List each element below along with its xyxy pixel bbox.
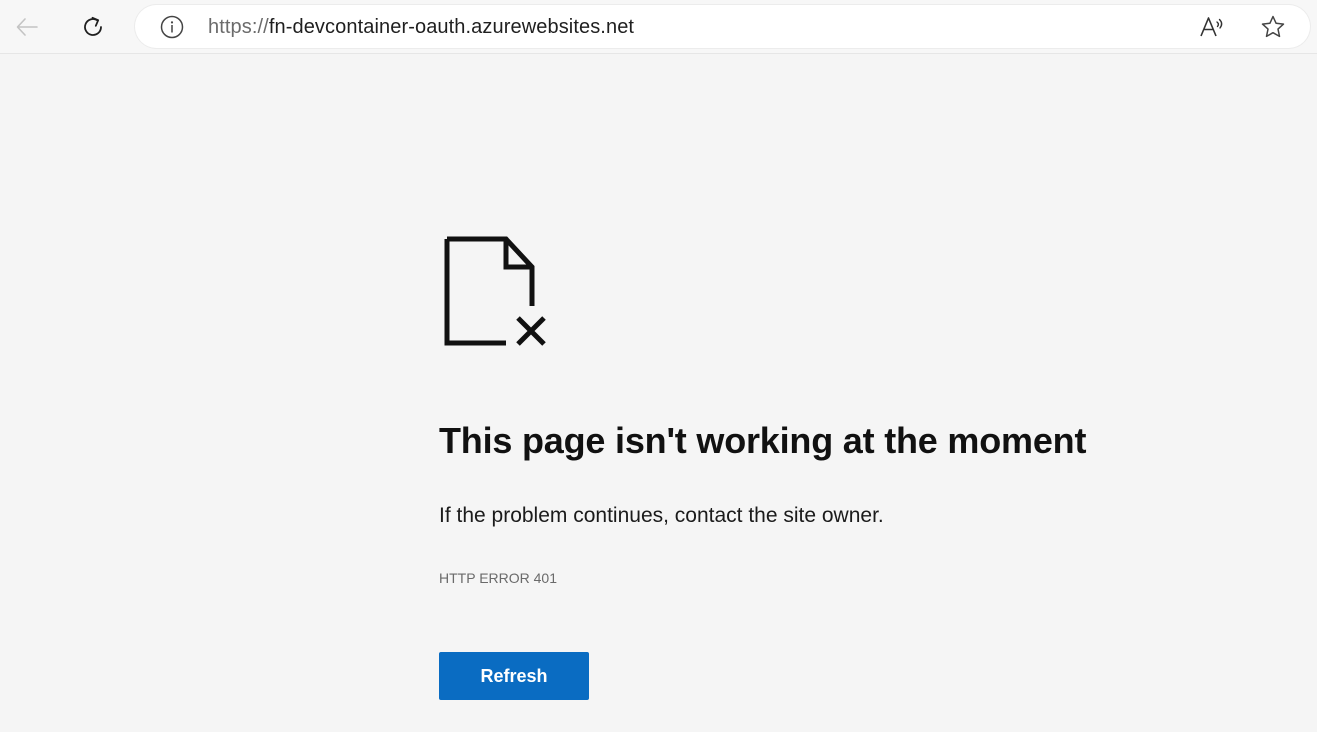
read-aloud-button[interactable] bbox=[1197, 13, 1227, 41]
error-message: If the problem continues, contact the si… bbox=[439, 504, 884, 527]
browser-toolbar: https://fn-devcontainer-oauth.azurewebsi… bbox=[0, 0, 1317, 54]
reload-button[interactable] bbox=[75, 9, 111, 45]
back-button[interactable] bbox=[9, 9, 45, 45]
broken-document-icon bbox=[444, 236, 550, 348]
url-text[interactable]: https://fn-devcontainer-oauth.azurewebsi… bbox=[208, 15, 634, 39]
page-title: This page isn't working at the moment bbox=[439, 420, 1087, 461]
url-host: fn-devcontainer-oauth.azurewebsites.net bbox=[268, 16, 635, 38]
site-info-button[interactable] bbox=[160, 15, 184, 39]
url-scheme: https:// bbox=[208, 16, 269, 38]
address-bar[interactable]: https://fn-devcontainer-oauth.azurewebsi… bbox=[135, 5, 1310, 48]
reload-icon bbox=[84, 16, 102, 36]
read-aloud-icon bbox=[1200, 17, 1223, 37]
refresh-button[interactable]: Refresh bbox=[439, 652, 589, 700]
error-code: HTTP ERROR 401 bbox=[439, 570, 557, 586]
arrow-left-icon bbox=[16, 18, 38, 36]
favorite-button[interactable] bbox=[1258, 13, 1288, 41]
info-icon bbox=[160, 15, 184, 39]
star-icon bbox=[1261, 15, 1285, 38]
